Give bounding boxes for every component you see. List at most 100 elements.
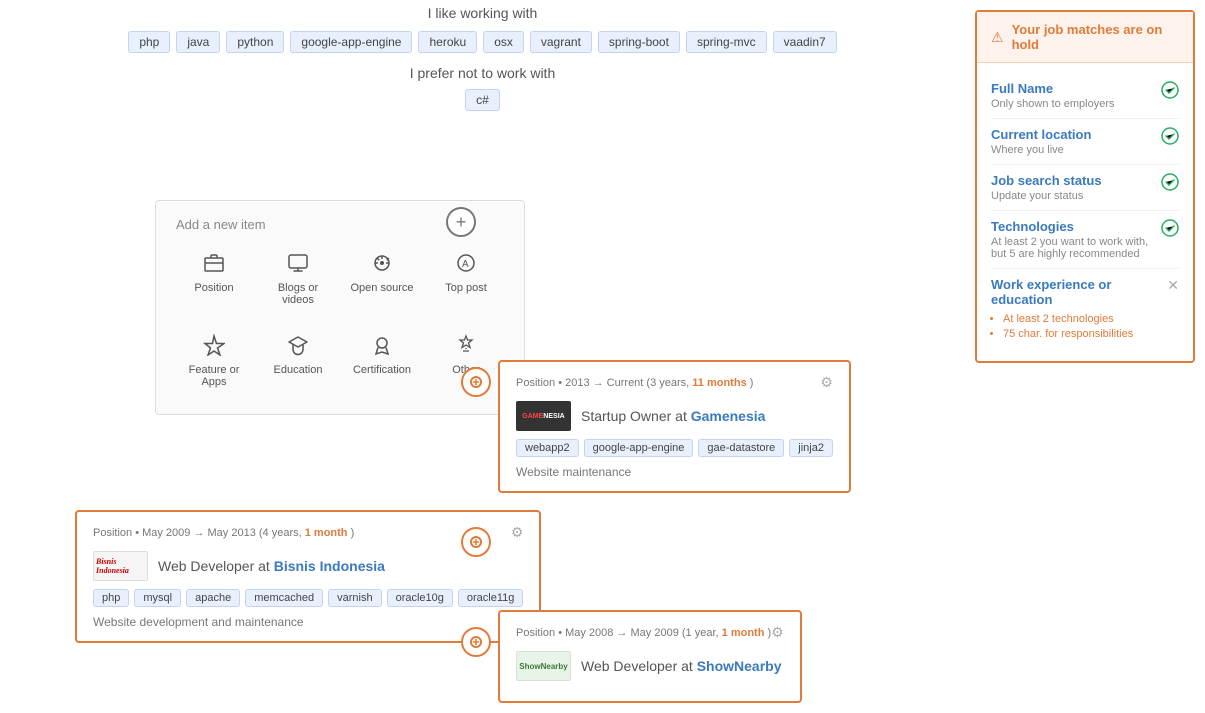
requirement-item: 75 char. for responsibilities (1003, 328, 1159, 340)
profile-item-content-current-location: Current locationWhere you live (991, 127, 1153, 156)
position-tag[interactable]: varnish (328, 589, 381, 607)
add-item-position[interactable]: Position (176, 246, 252, 312)
profile-item-full-name: Full Name Only shown to employers (991, 73, 1179, 119)
requirements-list-work-experience: At least 2 technologies 75 char. for resp… (991, 309, 1159, 340)
shownearby-dot[interactable] (461, 627, 491, 657)
like-tag[interactable]: php (128, 31, 170, 53)
gamenesia-gear[interactable]: ⚙ (820, 374, 833, 391)
like-tag[interactable]: python (226, 31, 284, 53)
position-tag[interactable]: gae-datastore (698, 439, 784, 457)
gamenesia-dot[interactable] (461, 367, 491, 397)
like-tag[interactable]: vagrant (530, 31, 592, 53)
profile-item-sub-full-name: Only shown to employers (991, 98, 1153, 110)
profile-item-title-work-experience[interactable]: Work experience or education (991, 277, 1159, 307)
like-tag[interactable]: vaadin7 (773, 31, 837, 53)
top-post-icon: A (455, 252, 477, 278)
timeline-dot-gamenesia[interactable] (461, 367, 491, 397)
profile-item-title-current-location[interactable]: Current location (991, 127, 1153, 142)
profile-item-content-full-name: Full Name Only shown to employers (991, 81, 1153, 110)
blogs-label: Blogs or videos (264, 282, 332, 306)
position-tag[interactable]: mysql (134, 589, 181, 607)
requirement-item: At least 2 technologies (1003, 313, 1159, 325)
add-item-dot[interactable]: + (446, 207, 476, 237)
add-item-feature-apps[interactable]: Feature or Apps (176, 328, 252, 394)
bisnis-logo: Bisnis Indonesia (93, 551, 148, 581)
warning-icon: ⚠ (991, 29, 1004, 46)
shownearby-meta: Position • May 2008 → May 2009 (1 year, … (516, 627, 771, 639)
position-tag[interactable]: oracle10g (387, 589, 453, 607)
position-tag[interactable]: memcached (245, 589, 323, 607)
gamenesia-link[interactable]: Gamenesia (691, 408, 766, 424)
profile-item-current-location: Current locationWhere you live (991, 119, 1179, 165)
position-tag[interactable]: webapp2 (516, 439, 579, 457)
position-label: Position (194, 282, 233, 294)
profile-item-sub-technologies: At least 2 you want to work with, but 5 … (991, 236, 1153, 260)
add-item-certification[interactable]: Certification (344, 328, 420, 394)
position-tag[interactable]: php (93, 589, 129, 607)
status-ok-icon-job-search-status (1161, 173, 1179, 196)
add-item-education[interactable]: Education (260, 328, 336, 394)
certification-icon (371, 334, 393, 360)
timeline-dot-bisnis[interactable] (461, 527, 491, 557)
like-tag[interactable]: java (176, 31, 220, 53)
sidebar: ⚠ Your job matches are on hold Full Name… (965, 0, 1205, 703)
gamenesia-card: Position • 2013 → Current (3 years, 11 m… (498, 360, 851, 493)
education-icon (287, 334, 309, 360)
shownearby-card: Position • May 2008 → May 2009 (1 year, … (498, 610, 802, 703)
other-icon (455, 334, 477, 360)
education-label: Education (274, 364, 323, 376)
profile-item-title-full-name[interactable]: Full Name (991, 81, 1153, 96)
position-tag[interactable]: apache (186, 589, 240, 607)
prefer-not-label: I prefer not to work with (80, 65, 885, 81)
like-tag[interactable]: heroku (418, 31, 477, 53)
gamenesia-title: Startup Owner at Gamenesia (581, 408, 765, 424)
job-matches-title: Your job matches are on hold (1012, 22, 1179, 52)
close-btn-work-experience[interactable]: ✕ (1167, 277, 1179, 294)
profile-item-title-technologies[interactable]: Technologies (991, 219, 1153, 234)
add-item-top-post[interactable]: A Top post (428, 246, 504, 312)
like-tag[interactable]: google-app-engine (290, 31, 412, 53)
bisnis-meta: Position • May 2009 → May 2013 (4 years,… (93, 527, 354, 539)
bisnis-dot[interactable] (461, 527, 491, 557)
bisnis-gear[interactable]: ⚙ (511, 524, 524, 541)
profile-item-technologies: Technologies At least 2 you want to work … (991, 211, 1179, 269)
prefer-not-tag[interactable]: c# (465, 89, 500, 111)
timeline-add-dot[interactable]: + (446, 207, 476, 237)
like-tag[interactable]: spring-boot (598, 31, 680, 53)
position-icon (203, 252, 225, 278)
position-tag[interactable]: jinja2 (789, 439, 833, 457)
position-card-shownearby: Position • May 2008 → May 2009 (1 year, … (498, 610, 802, 713)
job-matches-header: ⚠ Your job matches are on hold (977, 12, 1193, 63)
bisnis-link[interactable]: Bisnis Indonesia (274, 558, 385, 574)
bisnis-desc: Website development and maintenance (93, 615, 523, 629)
shownearby-company-row: ShowNearby Web Developer at ShowNearby (516, 651, 784, 681)
like-tag[interactable]: osx (483, 31, 524, 53)
shownearby-link[interactable]: ShowNearby (697, 658, 782, 674)
gamenesia-logo: GAMENESIA (516, 401, 571, 431)
shownearby-header: Position • May 2008 → May 2009 (1 year, … (516, 624, 784, 641)
status-ok-icon-current-location (1161, 127, 1179, 150)
add-item-open-source[interactable]: Open source (344, 246, 420, 312)
feature-apps-icon (203, 334, 225, 360)
certification-label: Certification (353, 364, 411, 376)
open-source-icon (371, 252, 393, 278)
status-ok-icon-full-name (1161, 81, 1179, 104)
bisnis-title: Web Developer at Bisnis Indonesia (158, 558, 385, 574)
main-content: I like working with phpjavapythongoogle-… (0, 0, 965, 703)
status-ok-icon-technologies (1161, 219, 1179, 242)
profile-item-title-job-search-status[interactable]: Job search status (991, 173, 1153, 188)
like-label: I like working with (80, 5, 885, 21)
add-item-blogs[interactable]: Blogs or videos (260, 246, 336, 312)
timeline-dot-shownearby[interactable] (461, 627, 491, 657)
top-post-label: Top post (445, 282, 487, 294)
like-tag[interactable]: spring-mvc (686, 31, 767, 53)
gamenesia-tags: webapp2 google-app-enginegae-datastore jin… (516, 439, 833, 457)
profile-item-content-technologies: Technologies At least 2 you want to work … (991, 219, 1153, 260)
blogs-icon (287, 252, 309, 278)
position-tag[interactable]: google-app-engine (584, 439, 694, 457)
shownearby-gear[interactable]: ⚙ (771, 624, 784, 641)
bisnis-company-row: Bisnis Indonesia Web Developer at Bisnis… (93, 551, 523, 581)
profile-item-content-work-experience: Work experience or educationAt least 2 t… (991, 277, 1159, 343)
position-tag[interactable]: oracle11g (458, 589, 524, 607)
bisnis-header: Position • May 2009 → May 2013 (4 years,… (93, 524, 523, 541)
